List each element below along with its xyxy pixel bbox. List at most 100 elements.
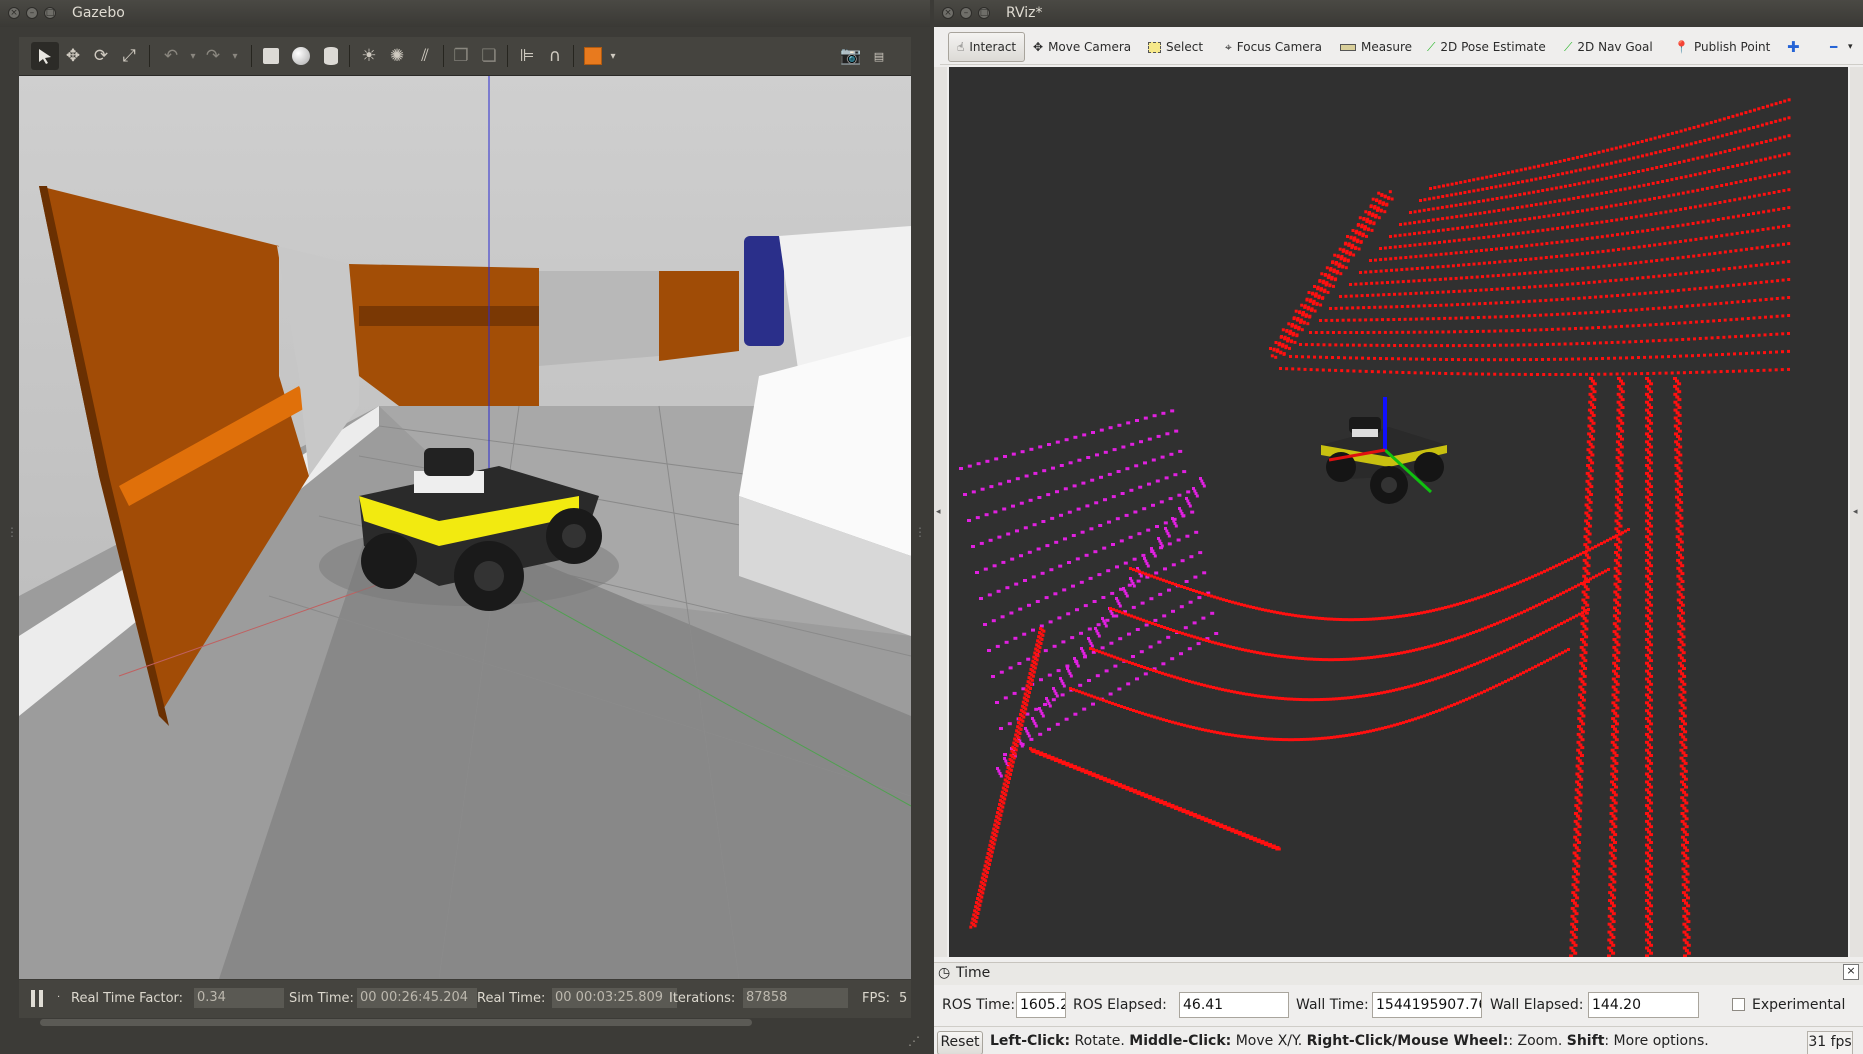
sphere-icon[interactable]: [287, 42, 315, 70]
move-camera-icon: ✥: [1033, 40, 1044, 54]
align-icon[interactable]: ⊫: [513, 42, 541, 70]
add-tool-icon[interactable]: ✚: [1787, 36, 1800, 58]
rviz-status-bar: Reset Left-Click: Rotate. Middle-Click: …: [934, 1026, 1863, 1054]
publish-point-tool-button[interactable]: 📍 Publish Point: [1674, 36, 1770, 58]
point-light-icon[interactable]: ☀: [355, 42, 383, 70]
resize-grip-icon[interactable]: ⋰: [908, 1034, 920, 1048]
select-tool-button[interactable]: Select: [1148, 36, 1203, 58]
remove-tool-icon[interactable]: ━: [1830, 36, 1837, 58]
help-more: : More options.: [1604, 1033, 1709, 1049]
rviz-window: × – □ RViz* ☝ Interact ✥ Move Camera Sel…: [934, 0, 1863, 1054]
spot-light-icon[interactable]: ✺: [383, 42, 411, 70]
right-splitter-handle[interactable]: ⋮: [914, 525, 926, 539]
left-dock-collapsed[interactable]: ◂: [934, 67, 947, 957]
time-panel: ROS Time: 1605.28 ROS Elapsed: 46.41 Wal…: [934, 985, 1863, 1025]
wall-elapsed-field[interactable]: 144.20: [1588, 992, 1699, 1018]
real-time-factor-label: Real Time Factor:: [71, 991, 184, 1006]
rviz-toolbar: ☝ Interact ✥ Move Camera Select ⌖ Focus …: [940, 28, 1863, 65]
tool-label: Move Camera: [1048, 40, 1132, 54]
ros-time-field[interactable]: 1605.28: [1016, 992, 1066, 1018]
toolbar-dropdown-icon[interactable]: ▾: [1848, 36, 1853, 58]
measure-tool-button[interactable]: Measure: [1340, 36, 1412, 58]
help-rotate: Rotate.: [1070, 1033, 1130, 1049]
expand-right-icon: ◂: [1853, 507, 1858, 517]
sim-time-value: 00 00:26:45.204: [357, 988, 477, 1008]
gazebo-window: × – □ Gazebo ✥ ⟳ ⤢ ↶ ▾ ↷ ▾ ☀ ✺ ⫽ ❐ ❏ ⊫ ∩…: [0, 0, 930, 1054]
gazebo-status-bar: . Real Time Factor: 0.34 Sim Time: 00 00…: [19, 980, 911, 1018]
window-title: Gazebo: [72, 5, 125, 21]
close-icon[interactable]: ×: [942, 7, 954, 19]
fps-display: 31 fps: [1807, 1031, 1853, 1054]
view-angle-dropdown-icon[interactable]: ▾: [599, 42, 627, 70]
scale-mode-icon[interactable]: ⤢: [115, 42, 143, 70]
2d-pose-estimate-tool-button[interactable]: ⟋ 2D Pose Estimate: [1427, 36, 1546, 58]
horizontal-scrollbar[interactable]: [40, 1019, 752, 1026]
maximize-icon[interactable]: □: [978, 7, 990, 19]
rviz-3d-view[interactable]: [949, 67, 1848, 957]
directional-light-icon[interactable]: ⫽: [411, 42, 439, 70]
minimize-icon[interactable]: –: [960, 7, 972, 19]
hand-icon: ☝: [957, 40, 965, 54]
box-icon[interactable]: [257, 42, 285, 70]
wall-elapsed-label: Wall Elapsed:: [1490, 997, 1584, 1013]
2d-nav-goal-tool-button[interactable]: ⟋ 2D Nav Goal: [1564, 36, 1653, 58]
fps-value: 5: [899, 991, 908, 1006]
tool-label: Select: [1166, 40, 1204, 54]
redo-history-icon[interactable]: ▾: [221, 42, 249, 70]
pause-icon[interactable]: [31, 990, 45, 1007]
help-text: Left-Click: Rotate. Middle-Click: Move X…: [990, 1033, 1709, 1049]
help-right-click: Right-Click/Mouse Wheel:: [1306, 1033, 1509, 1049]
real-time-label: Real Time:: [477, 991, 546, 1006]
fps-label: FPS:: [862, 991, 890, 1006]
tool-label: Measure: [1361, 40, 1412, 54]
copy-icon[interactable]: ❐: [447, 42, 475, 70]
log-icon[interactable]: ▤: [865, 42, 893, 70]
cylinder-icon[interactable]: [317, 42, 345, 70]
expand-left-icon: ◂: [936, 507, 941, 517]
help-middle-click: Middle-Click:: [1129, 1033, 1232, 1049]
ros-elapsed-label: ROS Elapsed:: [1073, 997, 1167, 1013]
paste-icon[interactable]: ❏: [475, 42, 503, 70]
select-box-icon: [1148, 41, 1161, 53]
map-pin-icon: 📍: [1674, 40, 1689, 54]
close-icon[interactable]: ×: [8, 7, 20, 19]
help-shift: Shift: [1566, 1033, 1605, 1049]
experimental-checkbox[interactable]: [1732, 998, 1745, 1011]
snap-icon[interactable]: ∩: [541, 42, 569, 70]
green-arrow-icon: ⟋: [1564, 39, 1573, 54]
real-time-factor-value: 0.34: [194, 988, 284, 1008]
translate-mode-icon[interactable]: ✥: [59, 42, 87, 70]
reset-button[interactable]: Reset: [937, 1031, 983, 1054]
help-left-click: Left-Click:: [990, 1033, 1071, 1049]
gazebo-3d-viewport[interactable]: [19, 76, 911, 979]
real-time-value: 00 00:03:25.809: [552, 988, 677, 1008]
iterations-value: 87858: [743, 988, 848, 1008]
select-mode-icon[interactable]: [31, 42, 59, 70]
tool-label: Interact: [969, 40, 1017, 54]
right-dock-collapsed[interactable]: ◂: [1850, 67, 1863, 957]
green-arrow-icon: ⟋: [1427, 39, 1436, 54]
gazebo-toolbar: ✥ ⟳ ⤢ ↶ ▾ ↷ ▾ ☀ ✺ ⫽ ❐ ❏ ⊫ ∩ ▾ 📷 ▤: [19, 37, 911, 76]
focus-camera-tool-button[interactable]: ⌖ Focus Camera: [1225, 36, 1322, 58]
rotate-mode-icon[interactable]: ⟳: [87, 42, 115, 70]
tool-label: Publish Point: [1693, 40, 1771, 54]
gazebo-titlebar: × – □ Gazebo: [0, 0, 930, 27]
minimize-icon[interactable]: –: [26, 7, 38, 19]
maximize-icon[interactable]: □: [44, 7, 56, 19]
experimental-label: Experimental: [1752, 997, 1846, 1013]
time-panel-title: Time: [956, 965, 991, 981]
tool-label: 2D Nav Goal: [1577, 40, 1653, 54]
tool-label: Focus Camera: [1236, 40, 1322, 54]
left-splitter-handle[interactable]: ⋮: [6, 525, 18, 539]
clock-icon: ◷: [938, 965, 951, 981]
ros-time-label: ROS Time:: [942, 997, 1016, 1013]
interact-tool-button[interactable]: ☝ Interact: [948, 32, 1026, 62]
wall-time-field[interactable]: 1544195907.76: [1372, 992, 1482, 1018]
step-icon[interactable]: .: [57, 989, 60, 1000]
robot-model: [1321, 397, 1447, 504]
wall-time-label: Wall Time:: [1296, 997, 1369, 1013]
camera-icon[interactable]: 📷: [837, 42, 865, 70]
close-panel-icon[interactable]: ×: [1843, 964, 1859, 980]
move-camera-tool-button[interactable]: ✥ Move Camera: [1033, 36, 1131, 58]
ros-elapsed-field[interactable]: 46.41: [1179, 992, 1289, 1018]
